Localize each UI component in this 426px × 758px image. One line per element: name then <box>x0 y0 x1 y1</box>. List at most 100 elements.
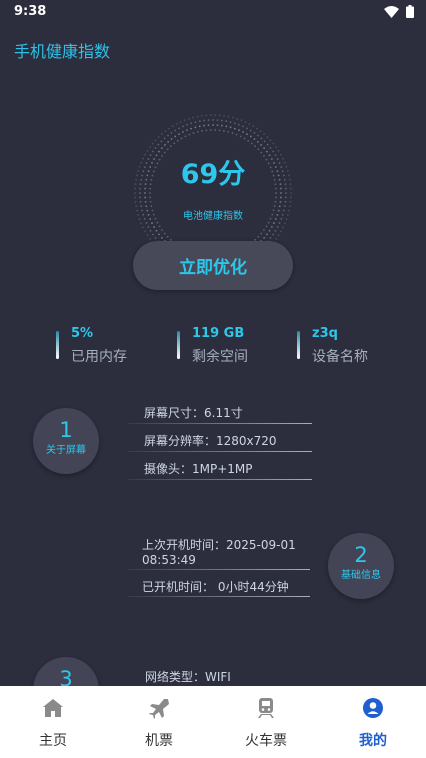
gauge-dot <box>242 131 244 133</box>
gauge-dot <box>249 135 252 138</box>
gauge-dot <box>266 143 269 146</box>
gauge-dot <box>149 229 152 232</box>
gauge-dot <box>233 122 236 125</box>
stat-label: 剩余空间 <box>192 349 248 365</box>
gauge-dot <box>289 200 292 203</box>
gauge-dot <box>149 146 151 149</box>
gauge-dot <box>209 129 212 131</box>
status-bar: 9:38 <box>0 0 426 24</box>
gauge-dot <box>260 144 262 146</box>
network-type-text: 网络类型：WIFI <box>145 670 231 684</box>
gauge-dot <box>154 139 157 142</box>
tab-flights[interactable]: 机票 <box>106 686 212 758</box>
gauge-dot <box>280 192 282 194</box>
tab-home[interactable]: 主页 <box>0 686 106 758</box>
gauge-dot <box>174 129 177 132</box>
gauge-dot <box>225 125 228 128</box>
gauge-dot <box>146 234 149 237</box>
gauge-dot <box>158 233 160 236</box>
gauge-dot <box>188 117 190 120</box>
gauge-dot <box>216 124 219 127</box>
stat-indicator <box>56 331 59 359</box>
gauge-dot <box>151 222 153 224</box>
gauge-dot <box>214 129 217 131</box>
section-badge-basic-info: 2 基础信息 <box>328 533 394 599</box>
battery-icon <box>406 5 414 22</box>
camera-text: 摄像头：1MP+1MP <box>144 462 253 476</box>
divider <box>128 479 312 480</box>
gauge-dot <box>196 115 199 118</box>
gauge-dot <box>190 122 193 125</box>
gauge-dot <box>176 139 179 142</box>
gauge-dot <box>170 138 173 140</box>
gauge-dot <box>203 124 206 127</box>
gauge-dot <box>257 235 260 238</box>
gauge-dot <box>277 234 280 237</box>
gauge-dot <box>160 140 163 143</box>
gauge-dot <box>184 135 187 138</box>
gauge-dot <box>263 140 266 143</box>
gauge-dot <box>259 130 262 133</box>
gauge-dot <box>269 237 272 239</box>
gauge-dot <box>139 196 142 199</box>
gauge-dot <box>237 123 240 126</box>
gauge-dot <box>265 225 268 228</box>
gauge-dot <box>192 132 195 134</box>
gauge-dot <box>139 192 141 194</box>
gauge-dot <box>186 129 188 132</box>
gauge-dot <box>218 129 221 132</box>
divider <box>128 569 310 570</box>
gauge-dot <box>161 229 163 231</box>
gauge-dot <box>163 232 166 235</box>
screen-size-text: 屏幕尺寸：6.11寸 <box>144 406 243 420</box>
divider <box>128 423 312 424</box>
gauge-dot <box>212 119 214 121</box>
gauge-dot <box>201 114 203 117</box>
gauge-dot <box>238 129 240 132</box>
section-title: 关于屏幕 <box>46 445 86 456</box>
gauge-dot <box>144 192 146 194</box>
gauge-dot <box>247 139 250 142</box>
gauge-dot <box>266 233 268 236</box>
gauge-dot <box>186 123 189 126</box>
gauge-dot <box>170 132 173 134</box>
bottom-tab-bar: 主页 机票 火车票 我的 <box>0 686 426 758</box>
gauge-dot <box>246 133 248 136</box>
gauge-dot <box>220 124 223 127</box>
gauge-dot <box>231 116 234 119</box>
gauge-dot <box>283 222 286 225</box>
gauge-dot <box>274 196 277 199</box>
gauge-dot <box>155 229 158 232</box>
gauge-dot <box>256 140 259 143</box>
stat-label: 已用内存 <box>71 349 127 365</box>
gauge-dot <box>205 114 208 117</box>
tab-label: 主页 <box>39 733 67 749</box>
tab-trains[interactable]: 火车票 <box>213 686 319 758</box>
tab-profile[interactable]: 我的 <box>320 686 426 758</box>
gauge-dot <box>149 196 152 199</box>
gauge-dot <box>198 120 201 123</box>
gauge-dot <box>205 129 208 132</box>
gauge-dot <box>275 237 277 240</box>
gauge-dot <box>275 146 277 149</box>
gauge-dot <box>179 121 182 123</box>
gauge-dot <box>235 133 238 136</box>
gauge-dot <box>201 130 203 132</box>
gauge-dot <box>285 192 287 194</box>
stat-indicator <box>297 331 300 359</box>
gauge-dot <box>229 126 232 129</box>
gauge-dot <box>142 226 144 229</box>
uptime-text: 已开机时间： 0小时44分钟 <box>142 580 289 594</box>
stat-indicator <box>177 331 180 359</box>
gauge-dot <box>252 125 255 128</box>
gauge-dot <box>244 121 247 123</box>
optimize-button[interactable]: 立即优化 <box>133 241 293 290</box>
tab-label: 机票 <box>145 733 173 749</box>
gauge-dot <box>240 119 243 122</box>
gauge-dot <box>272 142 275 145</box>
gauge-dot <box>223 114 225 117</box>
stat-value: 5% <box>71 326 94 341</box>
status-icons <box>384 5 414 22</box>
gauge-dot <box>134 192 136 194</box>
gauge-dot <box>274 200 277 203</box>
